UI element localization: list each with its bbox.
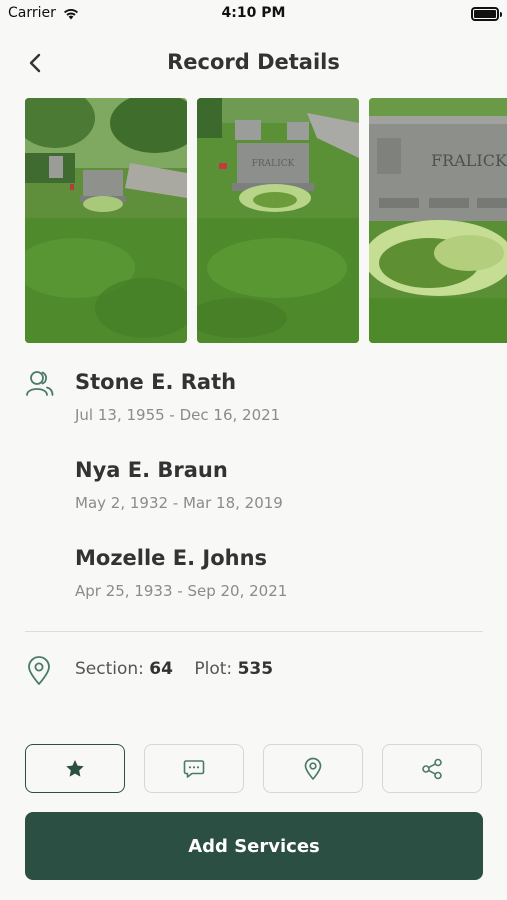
- share-button[interactable]: [382, 744, 482, 793]
- plot-label: Plot:: [194, 659, 233, 679]
- section-value: 64: [149, 659, 173, 679]
- gallery-photo-1[interactable]: [25, 98, 187, 343]
- navigation-bar: Record Details: [0, 40, 507, 86]
- map-pin-icon: [28, 656, 50, 685]
- message-icon: [183, 759, 205, 778]
- plot-location: Section: 64 Plot: 535: [25, 656, 485, 686]
- map-pin-icon: [304, 757, 322, 780]
- photo-gallery[interactable]: FRALICK FRALICK: [25, 98, 507, 343]
- person-dates: May 2, 1932 - Mar 18, 2019: [75, 494, 283, 512]
- clock: 4:10 PM: [221, 5, 286, 21]
- gallery-photo-3[interactable]: FRALICK: [369, 98, 507, 343]
- headstone-inscription: FRALICK: [431, 151, 507, 170]
- section-label: Section:: [75, 659, 144, 679]
- person-entry[interactable]: Mozelle E. Johns Apr 25, 1933 - Sep 20, …: [75, 546, 287, 600]
- share-icon: [422, 758, 442, 779]
- person-name: Stone E. Rath: [75, 370, 237, 394]
- person-name: Nya E. Braun: [75, 458, 228, 482]
- location-text: Section: 64 Plot: 535: [75, 659, 289, 679]
- person-dates: Apr 25, 1933 - Sep 20, 2021: [75, 582, 288, 600]
- person-entry[interactable]: Nya E. Braun May 2, 1932 - Mar 18, 2019: [75, 458, 283, 512]
- person-entry[interactable]: Stone E. Rath Jul 13, 1955 - Dec 16, 202…: [75, 370, 280, 424]
- star-icon: [66, 760, 84, 777]
- add-services-button[interactable]: Add Services: [25, 812, 483, 880]
- battery-icon: [471, 7, 502, 21]
- status-bar: Carrier 4:10 PM: [0, 0, 507, 30]
- headstone-photo-image: FRALICK: [197, 98, 359, 343]
- headstone-photo-image: FRALICK: [369, 98, 507, 343]
- directions-button[interactable]: [263, 744, 363, 793]
- gallery-photo-2[interactable]: FRALICK: [197, 98, 359, 343]
- page-title: Record Details: [167, 50, 340, 74]
- headstone-inscription: FRALICK: [252, 159, 295, 169]
- favorite-button[interactable]: [25, 744, 125, 793]
- divider: [25, 631, 483, 632]
- plot-value: 535: [237, 659, 274, 679]
- person-name: Mozelle E. Johns: [75, 546, 268, 570]
- users-icon: [26, 371, 54, 396]
- message-button[interactable]: [144, 744, 244, 793]
- headstone-photo-image: [25, 98, 187, 343]
- action-bar: [25, 744, 483, 794]
- person-dates: Jul 13, 1955 - Dec 16, 2021: [75, 406, 281, 424]
